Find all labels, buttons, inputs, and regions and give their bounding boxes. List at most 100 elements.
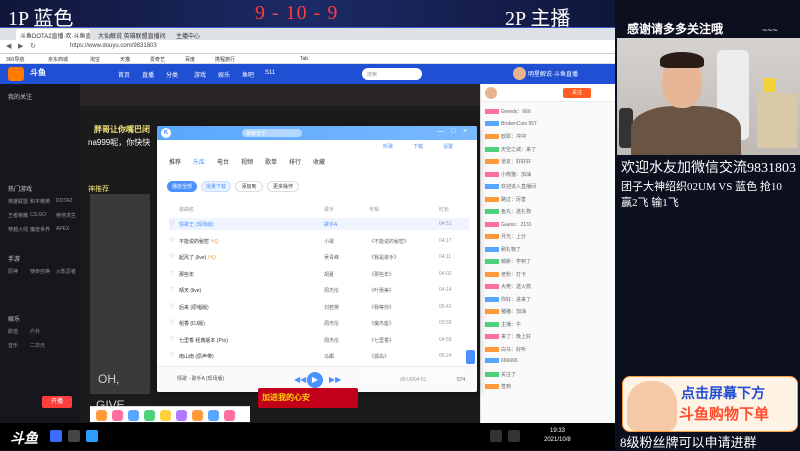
song-artist[interactable]: 周杰伦 (324, 320, 339, 327)
song-row[interactable]: ♡ 稻香 (DJ版) 周杰伦 《魔杰座》 03:59 (169, 317, 469, 329)
maximize-icon[interactable]: □ (451, 128, 455, 135)
shop-ad[interactable]: 点击屏幕下方 斗鱼购物下单 (622, 376, 798, 432)
bookmark[interactable]: 360导航 (6, 56, 24, 63)
music-tab[interactable]: 收藏 (313, 157, 325, 166)
gift-icon[interactable] (224, 410, 235, 421)
heart-icon[interactable]: ♡ (169, 237, 174, 244)
song-artist[interactable]: 小歌 (324, 238, 334, 245)
more-actions-button[interactable]: 更多操作 (267, 181, 299, 192)
sidebar-section[interactable]: 手游 (8, 254, 20, 263)
song-album[interactable]: 《孤岛》 (369, 353, 424, 360)
search-icon[interactable] (68, 430, 80, 442)
nav-item[interactable]: S11 (265, 70, 275, 76)
sidebar-item[interactable]: 穿越火线 (8, 226, 28, 233)
song-album[interactable]: 《那些年》 (369, 271, 424, 278)
song-artist[interactable]: 歌手A (324, 221, 337, 228)
browser-icon[interactable] (86, 430, 98, 442)
heart-icon[interactable]: ♡ (169, 253, 174, 260)
song-album[interactable]: 《叶惠美》 (369, 287, 424, 294)
sidebar-item[interactable]: 使命召唤 (30, 268, 50, 275)
sidebar-item[interactable]: 原神 (8, 268, 18, 275)
music-logo-icon[interactable]: K (161, 128, 171, 138)
sidebar-section[interactable]: 娱乐 (8, 314, 20, 323)
next-icon[interactable]: ▶▶ (329, 375, 341, 384)
bookmark[interactable]: 百度 (185, 56, 195, 63)
sidebar-item[interactable]: 颜值 (8, 328, 18, 335)
song-artist[interactable]: 周杰伦 (324, 287, 339, 294)
music-search-input[interactable]: 搜索音乐 (242, 129, 302, 137)
song-row[interactable]: ♡ 不能说的秘密 HQ 小歌 《不能说的秘密》 04:17 (169, 235, 469, 247)
gift-icon[interactable] (144, 410, 155, 421)
sidebar-item[interactable]: 火影忍者 (56, 268, 76, 275)
sidebar-section[interactable]: 我的关注 (8, 92, 32, 101)
sidebar-section[interactable]: 热门游戏 (8, 184, 32, 193)
sidebar-item[interactable]: APEX (56, 226, 69, 232)
avatar[interactable] (485, 87, 497, 99)
avatar[interactable] (513, 67, 526, 80)
douyu-search-input[interactable]: 搜索 (362, 68, 422, 80)
song-row[interactable]: ♡ 那些年 胡夏 《那些年》 04:02 (169, 268, 469, 280)
song-album[interactable]: 《我是歌手》 (369, 254, 424, 261)
tab-center[interactable]: 主播中心 (172, 29, 222, 40)
heart-icon[interactable]: ♡ (169, 352, 174, 359)
scroll-handle[interactable] (466, 350, 475, 364)
song-artist[interactable]: 马頔 (324, 353, 334, 360)
song-row[interactable]: ♡ 后来 (原唱版) 刘若英 《我等你》 05:41 (169, 301, 469, 313)
sidebar-item[interactable]: CS:GO (30, 212, 46, 218)
gift-icon[interactable] (128, 410, 139, 421)
sidebar-item[interactable]: DOTA2 (56, 198, 72, 204)
song-album[interactable]: 《七里香》 (369, 337, 424, 344)
song-row[interactable]: ♡ 情歌王 (现场版) 歌手A 04:51 (169, 218, 469, 230)
bookmark[interactable]: Tab (300, 56, 308, 62)
forward-icon[interactable]: ▶ (18, 42, 23, 50)
back-icon[interactable]: ◀ (6, 42, 11, 50)
bookmark[interactable]: 携程旅行 (215, 56, 235, 63)
gift-icon[interactable] (160, 410, 171, 421)
song-row[interactable]: ♡ 晴天 (live) 周杰伦 《叶惠美》 04:14 (169, 284, 469, 296)
url-text[interactable]: https://www.douyu.com/9831803 (70, 43, 157, 49)
sidebar-item[interactable]: 和平精英 (30, 198, 50, 205)
go-live-button[interactable]: 开播 (42, 396, 72, 408)
play-button[interactable]: ▶ (307, 372, 323, 388)
sidebar-item[interactable]: 音乐 (8, 342, 18, 349)
heart-icon[interactable]: ♡ (169, 270, 174, 277)
song-album[interactable]: 《不能说的秘密》 (369, 238, 424, 245)
tray-icon[interactable] (508, 430, 520, 442)
user-name[interactable]: 明星解说·斗鱼直播 (528, 69, 578, 78)
music-tab[interactable]: 视频 (241, 157, 253, 166)
tab-douyu[interactable]: 斗鱼DOTA2直播·欢·斗鱼直播 (16, 29, 90, 40)
song-artist[interactable]: 周杰伦 (324, 337, 339, 344)
add-to-button[interactable]: 添加到 (235, 181, 263, 192)
sidebar-item[interactable]: 绝地求生 (56, 212, 76, 219)
song-row[interactable]: ♡ 南山南 (原声带) 马頔 《孤岛》 05:24 (169, 350, 469, 362)
sidebar-item[interactable]: 魔兽世界 (30, 226, 50, 233)
gift-icon[interactable] (96, 410, 107, 421)
gift-icon[interactable] (176, 410, 187, 421)
minimize-icon[interactable]: — (437, 128, 444, 135)
windows-icon[interactable] (50, 430, 62, 442)
song-artist[interactable]: 吴青峰 (324, 254, 339, 261)
douyu-logo-text[interactable]: 斗鱼 (30, 67, 46, 78)
close-icon[interactable]: × (463, 128, 467, 135)
side-tab[interactable]: 听歌 (383, 143, 393, 150)
song-album[interactable]: 《魔杰座》 (369, 320, 424, 327)
sidebar-item[interactable]: 户外 (30, 328, 40, 335)
tab-other[interactable]: 大仙解说 英雄联盟直播间 (94, 29, 168, 40)
follow-button[interactable]: 关注 (563, 88, 591, 98)
bookmark[interactable]: 天猫 (120, 56, 130, 63)
douyu-logo-icon[interactable] (8, 67, 24, 81)
sidebar-item[interactable]: 王者荣耀 (8, 212, 28, 219)
song-artist[interactable]: 胡夏 (324, 271, 334, 278)
song-artist[interactable]: 刘若英 (324, 304, 339, 311)
nav-item[interactable]: 娱乐 (218, 70, 230, 79)
gift-icon[interactable] (112, 410, 123, 421)
sidebar-item[interactable]: 英雄联盟 (8, 198, 28, 205)
gift-icon[interactable] (208, 410, 219, 421)
song-album[interactable]: 《我等你》 (369, 304, 424, 311)
song-row[interactable]: ♡ 起风了 (live) HQ 吴青峰 《我是歌手》 04:11 (169, 251, 469, 263)
heart-icon[interactable]: ♡ (169, 336, 174, 343)
nav-item[interactable]: 游戏 (194, 70, 206, 79)
gift-icon[interactable] (192, 410, 203, 421)
bookmark[interactable]: 爱奇艺 (150, 56, 165, 63)
nav-item[interactable]: 分类 (166, 70, 178, 79)
